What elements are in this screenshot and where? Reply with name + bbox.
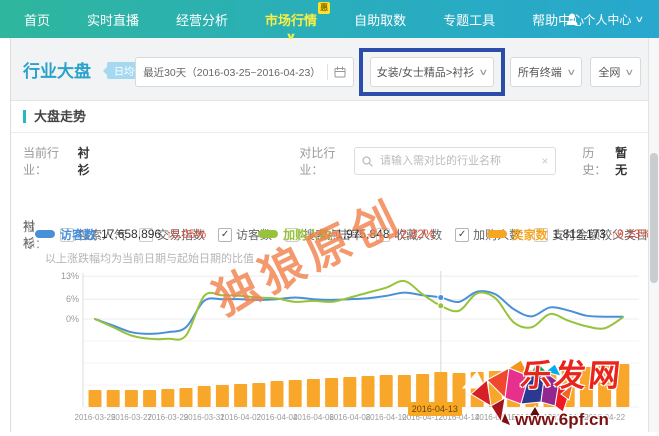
search-icon	[362, 156, 373, 167]
nav-item-live[interactable]: 实时直播	[87, 10, 139, 29]
svg-text:13%: 13%	[61, 271, 79, 281]
svg-text:0%: 0%	[66, 314, 79, 324]
legend-item-visitors[interactable]: 访客数 17,658,896 ↑5.05%	[35, 226, 206, 243]
chevron-down-icon: ∨	[285, 31, 297, 42]
network-select[interactable]: 全网 ∨	[590, 57, 641, 87]
market-trend-page: { "nav": { "items": [ {"label": "首页"}, {…	[0, 0, 659, 432]
current-industry-value: 衬衫	[78, 144, 100, 178]
section-accent-bar	[23, 110, 26, 123]
user-icon	[566, 13, 578, 25]
site-logo: 乐发网 www.6pf.cn	[457, 350, 649, 430]
svg-text:6%: 6%	[66, 294, 79, 304]
svg-text:2016-04-06: 2016-04-06	[293, 413, 334, 422]
chevron-down-icon: ∨	[566, 67, 576, 78]
section-title: 大盘走势	[34, 101, 86, 132]
nav-item-data-extract[interactable]: 自助取数	[354, 10, 406, 29]
scrollbar-thumb[interactable]	[650, 153, 658, 283]
legend-value: 1,812,173	[553, 227, 606, 241]
legend-name: 访客数	[60, 226, 96, 243]
terminal-select[interactable]: 所有终端 ∨	[510, 57, 583, 87]
legend-change-value: 5.05%	[172, 227, 206, 241]
legend-name: 加购人数	[283, 226, 331, 243]
toolbar-controls: 最近30天（2016-03-25~2016-04-23） 女装/女士精品>衬衫 …	[135, 48, 641, 96]
nav-item-tools[interactable]: 专题工具	[443, 10, 495, 29]
chevron-down-icon: ∨	[479, 67, 489, 78]
legend-value: 1,975,848	[336, 227, 389, 241]
svg-text:2016-03-29: 2016-03-29	[147, 413, 188, 422]
page-title: 行业大盘	[23, 57, 91, 82]
legend-item-sellers[interactable]: 卖家数 1,812,173 ↑9.23%	[487, 226, 651, 243]
legend-name: 卖家数	[512, 226, 548, 243]
legend-change: ↑5.05%	[166, 227, 206, 241]
svg-text:2016-04-10: 2016-04-10	[366, 413, 407, 422]
current-industry-label: 当前行业：	[23, 144, 78, 178]
promo-badge-icon: 惠	[318, 2, 330, 14]
scrollbar-track[interactable]	[648, 38, 659, 432]
category-select[interactable]: 女装/女士精品>衬衫 ∨	[370, 57, 494, 87]
svg-text:2016-03-31: 2016-03-31	[184, 413, 225, 422]
legend-change: ↑2.82%	[395, 227, 435, 241]
annotation-highlight-box: 女装/女士精品>衬衫 ∨	[359, 48, 505, 96]
legend-item-cart-adders[interactable]: 加购人数 1,975,848 ↑2.82%	[258, 226, 434, 243]
category-select-value: 女装/女士精品>衬衫	[377, 64, 474, 80]
compare-industry-label: 对比行业：	[299, 144, 354, 178]
date-range-picker[interactable]: 最近30天（2016-03-25~2016-04-23）	[135, 57, 354, 87]
nav-item-analysis[interactable]: 经营分析	[176, 10, 228, 29]
toolbar: 行业大盘 日均值 最近30天（2016-03-25~2016-04-23） 女装…	[11, 48, 645, 96]
legend-change-value: 9.23%	[617, 227, 651, 241]
nav-item-market-label: 市场行情	[265, 13, 317, 28]
terminal-select-value: 所有终端	[518, 64, 562, 80]
compare-search-box: ×	[354, 147, 556, 175]
nav-item-home[interactable]: 首页	[24, 10, 50, 29]
user-menu[interactable]: 个人中心 ∨	[566, 0, 643, 38]
legend-industry: 衬衫	[23, 217, 35, 251]
section-header: 大盘走势	[11, 101, 649, 133]
legend-value: 17,658,896	[101, 227, 161, 241]
selected-date-badge: 2016-04-13	[408, 402, 462, 416]
site-name: 乐发网	[519, 350, 626, 395]
nav-item-market[interactable]: 市场行情 惠 ∨	[265, 10, 317, 29]
compare-search-input[interactable]	[378, 154, 536, 168]
industry-row: 当前行业： 衬衫 对比行业： × 历史： 暂无	[23, 147, 637, 175]
svg-text:2016-03-25: 2016-03-25	[75, 413, 116, 422]
legend-change: ↑9.23%	[611, 227, 651, 241]
clear-icon[interactable]: ×	[541, 154, 548, 168]
svg-text:2016-03-27: 2016-03-27	[111, 413, 152, 422]
legend-swatch	[258, 230, 278, 238]
legend-swatch	[35, 230, 55, 238]
user-menu-label: 个人中心	[583, 11, 631, 28]
legend-change-value: 2.82%	[401, 227, 435, 241]
chevron-down-icon: ∨	[635, 14, 645, 25]
network-select-value: 全网	[598, 64, 620, 80]
history-value: 暂无	[615, 144, 637, 178]
date-range-label: 最近30天（2016-03-25~2016-04-23）	[143, 65, 321, 80]
chevron-down-icon: ∨	[625, 67, 635, 78]
legend-swatch	[487, 230, 507, 238]
svg-text:2016-04-08: 2016-04-08	[329, 413, 370, 422]
svg-text:2016-04-04: 2016-04-04	[257, 413, 298, 422]
site-url: www.6pf.cn	[515, 410, 609, 430]
calendar-icon	[334, 66, 346, 78]
legend-row: 衬衫 访客数 17,658,896 ↑5.05% 加购人数 1,975,848 …	[23, 217, 637, 251]
history-label: 历史：	[582, 144, 615, 178]
svg-text:2016-04-02: 2016-04-02	[220, 413, 261, 422]
divider	[327, 64, 328, 80]
top-nav: 首页 实时直播 经营分析 市场行情 惠 ∨ 自助取数 专题工具 帮助中心 个人中…	[0, 0, 659, 38]
